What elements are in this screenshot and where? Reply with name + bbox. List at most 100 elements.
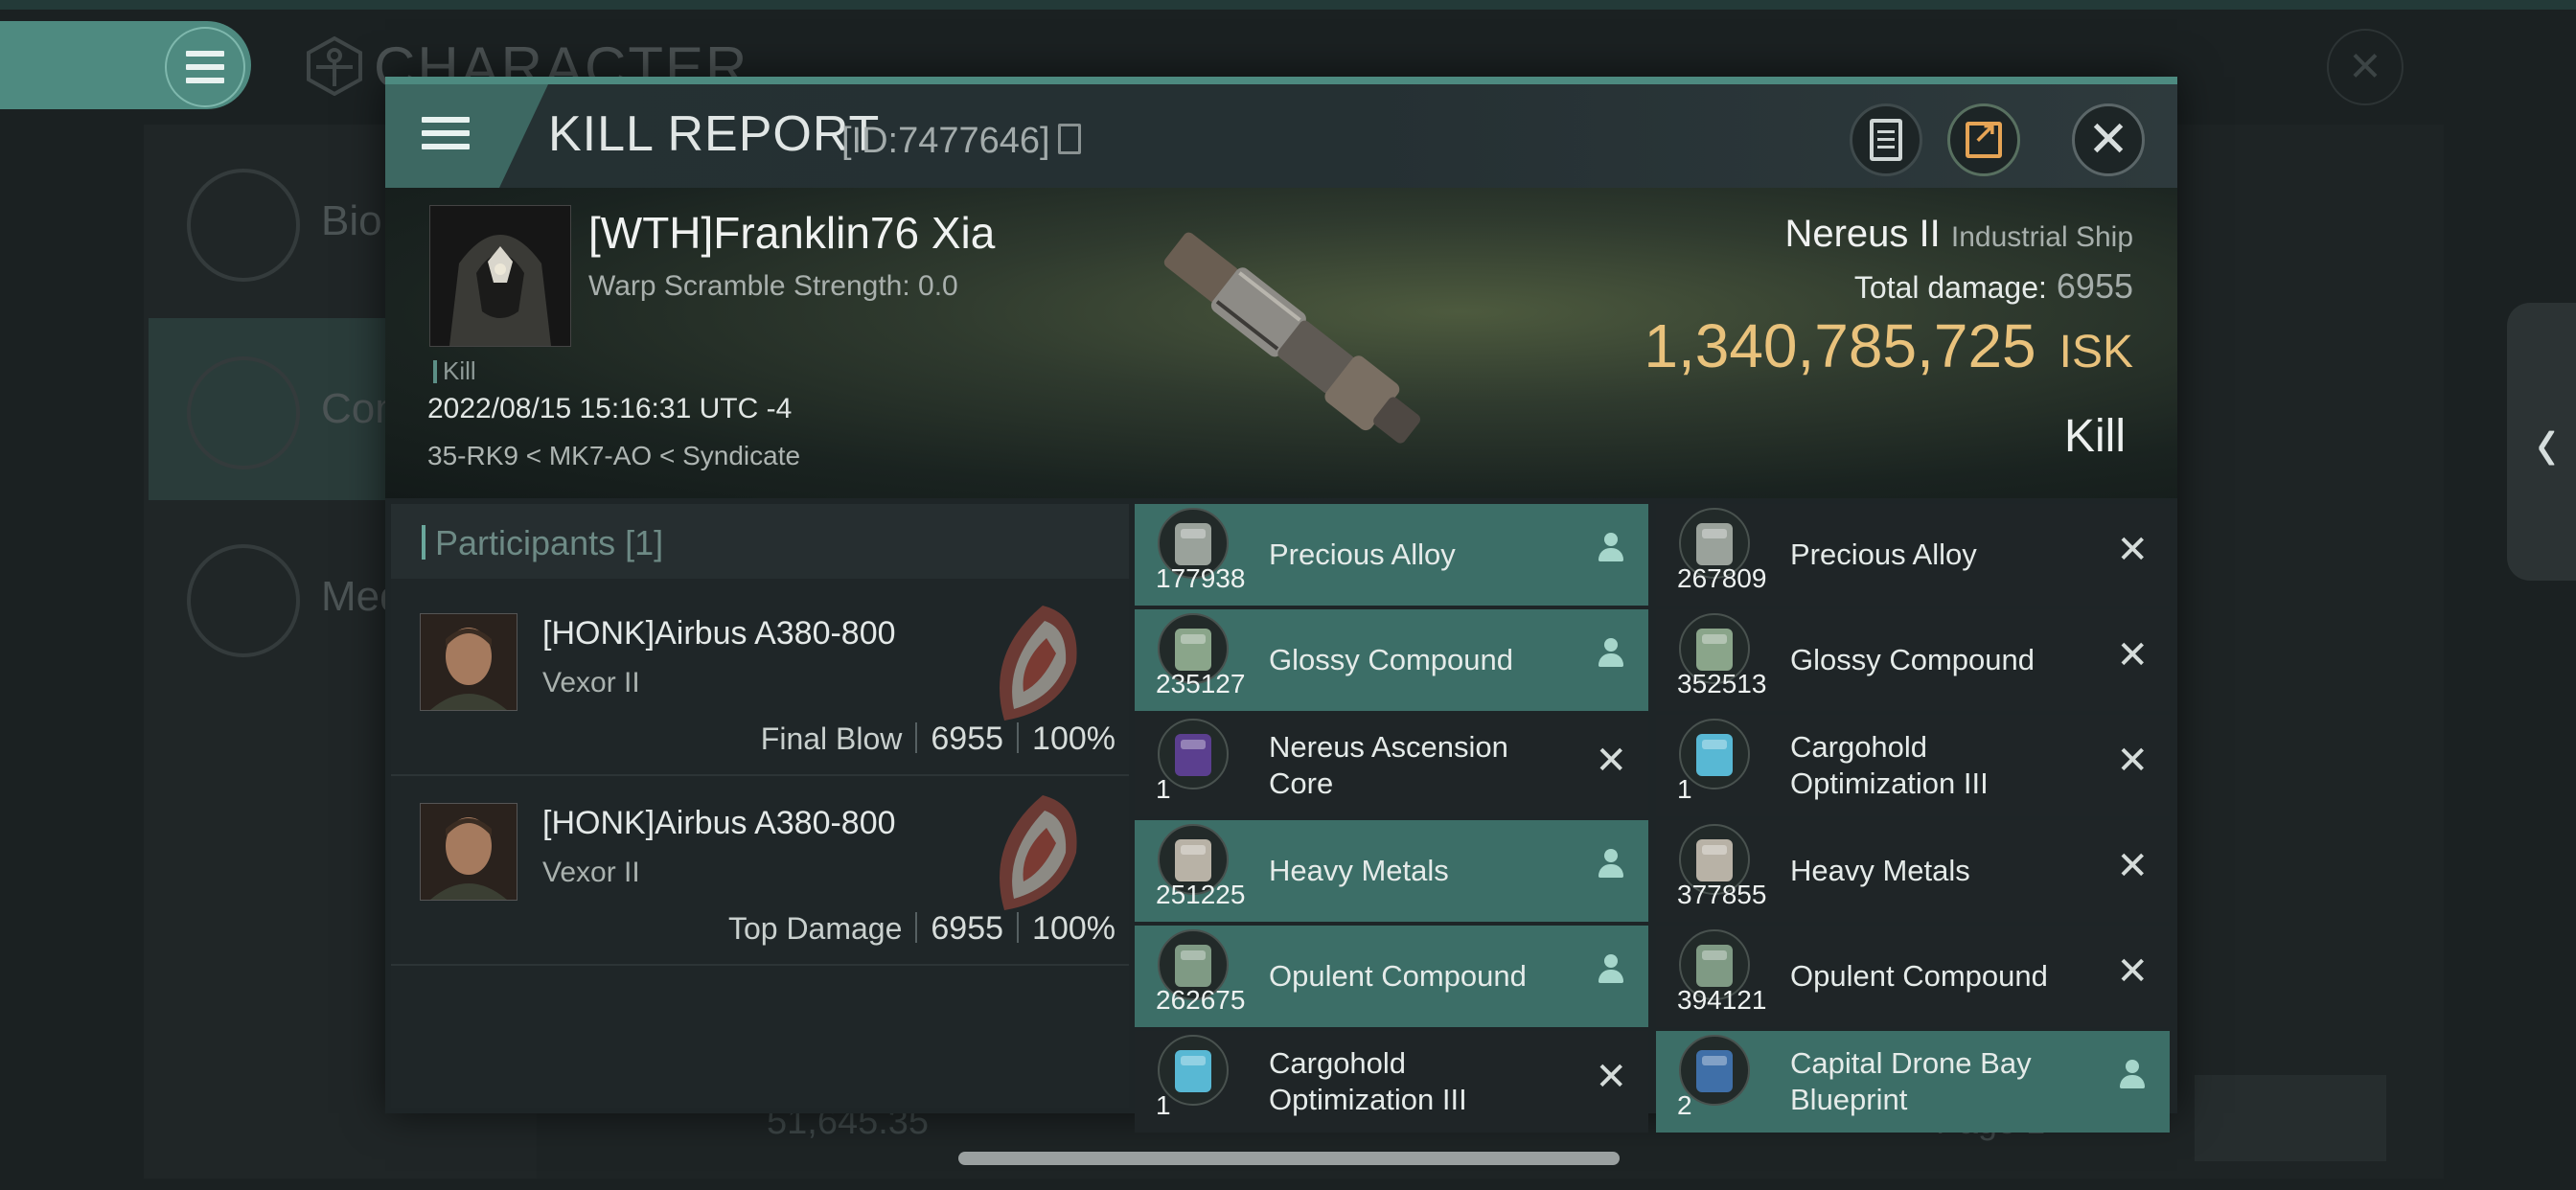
loot-item[interactable]: 1 Cargohold Optimization III ✕ xyxy=(1135,1031,1648,1133)
modal-header: KILL REPORT [ID:7477646] ✕ xyxy=(385,84,2177,188)
person-icon xyxy=(1597,533,1625,565)
loot-item[interactable]: 262675 Opulent Compound xyxy=(1135,926,1648,1027)
item-name: Precious Alloy xyxy=(1269,538,1456,571)
item-quantity: 352513 xyxy=(1677,669,1767,698)
kill-tag: Kill xyxy=(433,356,476,386)
item-name: Glossy Compound xyxy=(1790,643,2036,676)
loot-item[interactable]: 1 Nereus Ascension Core ✕ xyxy=(1135,715,1648,816)
warp-scramble-strength: Warp Scramble Strength: 0.0 xyxy=(588,270,958,302)
attacker-ship: Vexor II xyxy=(542,667,640,698)
copy-icon[interactable] xyxy=(1057,124,1081,154)
modal-accent-line xyxy=(385,77,2177,84)
kill-location[interactable]: 35-RK9 < MK7-AO < Syndicate xyxy=(427,441,800,471)
item-quantity: 2 xyxy=(1677,1090,1692,1120)
kill-report-modal: KILL REPORT [ID:7477646] ✕ [WTH]Franklin… xyxy=(385,77,2177,1133)
menu-icon xyxy=(165,27,245,107)
total-damage: Total damage: 6955 xyxy=(1853,266,2133,306)
attacker-ship-image xyxy=(1000,795,1077,910)
character-icon xyxy=(307,36,362,96)
item-quantity: 1 xyxy=(1677,774,1692,804)
destroyed-x-icon: ✕ xyxy=(2116,633,2149,677)
home-indicator[interactable] xyxy=(958,1152,1620,1165)
loot-item[interactable]: 394121 Opulent Compound ✕ xyxy=(1656,926,2170,1027)
item-quantity: 177938 xyxy=(1156,563,1246,593)
result-label: Kill xyxy=(2063,411,2126,462)
item-name: Opulent Compound xyxy=(1790,959,2048,993)
attacker-portrait[interactable] xyxy=(420,803,518,901)
item-name: Glossy Compound xyxy=(1269,643,1514,676)
report-id[interactable]: [ID:7477646] xyxy=(841,121,1081,162)
attacker-name: [HONK]Airbus A380-800 xyxy=(542,805,896,841)
destroyed-x-icon: ✕ xyxy=(2116,844,2149,888)
participant-row[interactable]: [HONK]Airbus A380-800 Vexor II Final Blo… xyxy=(391,586,1129,776)
isk-value: 1,340,785,725 ISK xyxy=(1644,311,2133,380)
victim-name[interactable]: [WTH]Franklin76 Xia xyxy=(588,207,995,259)
destroyed-x-icon: ✕ xyxy=(1595,1055,1627,1099)
attacker-portrait[interactable] xyxy=(420,613,518,711)
main-menu-button[interactable] xyxy=(0,21,251,109)
participant-row[interactable]: [HONK]Airbus A380-800 Vexor II Top Damag… xyxy=(391,776,1129,966)
loot-item[interactable]: 2 Capital Drone Bay Blueprint xyxy=(1656,1031,2170,1133)
ship-name[interactable]: Nereus II Industrial Ship xyxy=(1784,213,2133,256)
destroyed-x-icon: ✕ xyxy=(2116,739,2149,783)
person-icon xyxy=(1597,849,1625,881)
document-icon xyxy=(1870,119,1902,161)
kill-datetime: 2022/08/15 15:16:31 UTC -4 xyxy=(427,393,793,424)
share-icon xyxy=(1966,116,2002,158)
item-name: Capital Drone Bay Blueprint xyxy=(1790,1046,2032,1116)
report-title: KILL REPORT xyxy=(548,106,881,162)
report-id-text: [ID:7477646] xyxy=(841,121,1050,161)
item-quantity: 1 xyxy=(1156,774,1171,804)
sidebar-item-label: Bio xyxy=(321,197,382,244)
victim-banner: [WTH]Franklin76 Xia Warp Scramble Streng… xyxy=(385,188,2177,498)
item-quantity: 377855 xyxy=(1677,880,1767,909)
top-strip xyxy=(0,0,2576,10)
loot-item[interactable]: 352513 Glossy Compound ✕ xyxy=(1656,609,2170,711)
star-icon xyxy=(187,544,300,657)
item-name: Cargohold Optimization III xyxy=(1790,730,1989,800)
document-button[interactable] xyxy=(1850,103,1922,176)
item-name: Nereus Ascension Core xyxy=(1269,730,1508,800)
bio-icon xyxy=(187,169,300,282)
attacker-stats: Top Damage 6955 100% xyxy=(727,910,1116,947)
item-name: Opulent Compound xyxy=(1269,959,1527,993)
participants-heading: Participants [1] xyxy=(435,523,664,562)
loot-item[interactable]: 177938 Precious Alloy xyxy=(1135,504,1648,606)
person-icon xyxy=(1597,954,1625,987)
attacker-ship: Vexor II xyxy=(542,857,640,888)
loot-item[interactable]: 267809 Precious Alloy ✕ xyxy=(1656,504,2170,606)
item-name: Precious Alloy xyxy=(1790,538,1977,571)
chevron-left-icon: ‹ xyxy=(2536,393,2557,491)
share-button[interactable] xyxy=(1947,103,2020,176)
destroyed-x-icon: ✕ xyxy=(2116,528,2149,572)
item-name: Cargohold Optimization III xyxy=(1269,1046,1467,1116)
close-icon: ✕ xyxy=(2087,111,2129,169)
destroyed-x-icon: ✕ xyxy=(1595,739,1627,783)
attacker-name: [HONK]Airbus A380-800 xyxy=(542,615,896,652)
side-drawer-tab[interactable]: ‹ xyxy=(2507,303,2576,581)
participants-header[interactable]: Participants [1] xyxy=(391,504,1129,579)
item-quantity: 251225 xyxy=(1156,880,1246,909)
item-quantity: 262675 xyxy=(1156,985,1246,1015)
bg-close-icon[interactable]: × xyxy=(2327,29,2404,105)
victim-ship-image[interactable] xyxy=(1114,197,1478,485)
item-name: Heavy Metals xyxy=(1790,854,1970,887)
attacker-ship-image xyxy=(1000,606,1077,721)
report-menu-button[interactable] xyxy=(385,84,548,188)
victim-portrait[interactable] xyxy=(429,205,571,347)
item-name: Heavy Metals xyxy=(1269,854,1449,887)
close-button[interactable]: ✕ xyxy=(2072,103,2145,176)
loot-item[interactable]: 1 Cargohold Optimization III ✕ xyxy=(1656,715,2170,816)
loot-item[interactable]: 235127 Glossy Compound xyxy=(1135,609,1648,711)
filter-button[interactable] xyxy=(2195,1075,2386,1161)
person-icon xyxy=(2118,1060,2147,1092)
item-quantity: 394121 xyxy=(1677,985,1767,1015)
item-quantity: 267809 xyxy=(1677,563,1767,593)
loot-item[interactable]: 377855 Heavy Metals ✕ xyxy=(1656,820,2170,922)
loot-item[interactable]: 251225 Heavy Metals xyxy=(1135,820,1648,922)
participants-panel: Participants [1] [HONK]Airbus A380-800 V… xyxy=(391,504,1129,1108)
destroyed-x-icon: ✕ xyxy=(2116,950,2149,994)
person-icon xyxy=(1597,638,1625,671)
menu-icon xyxy=(422,117,470,149)
attacker-stats: Final Blow 6955 100% xyxy=(760,721,1116,757)
